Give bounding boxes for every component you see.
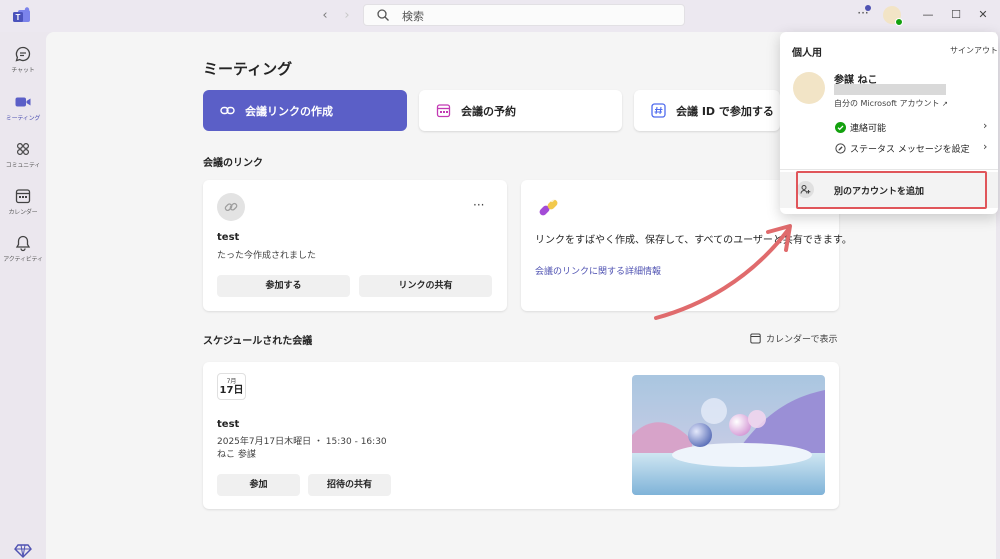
date-month: 7月 [226, 378, 237, 385]
meeting-link-card[interactable]: ··· test たった今作成されました 参加する リンクの共有 [203, 180, 507, 311]
rail-item-calendar[interactable]: カレンダー [0, 180, 46, 226]
notification-dot [865, 5, 871, 11]
sign-out-link[interactable]: サインアウト [950, 45, 998, 56]
rail-item-activity[interactable]: アクティビティ [0, 227, 46, 273]
meeting-name: test [217, 419, 240, 430]
rail-item-community[interactable]: コミュニティ [0, 133, 46, 179]
action-label: 会議リンクの作成 [245, 105, 333, 118]
search-placeholder: 検索 [402, 10, 424, 23]
meeting-illustration-image [632, 375, 825, 495]
external-link-icon: ↗ [942, 100, 948, 108]
schedule-meeting-button[interactable]: 会議の予約 [419, 90, 622, 131]
chain-link-illustration-icon [539, 196, 558, 216]
action-label: 会議 ID で参加する [676, 105, 774, 118]
link-name: test [217, 232, 240, 243]
section-title-scheduled: スケジュールされた会議 [203, 336, 313, 347]
status-label[interactable]: 連絡可能 [850, 121, 886, 134]
rail-label-meetings: ミーティング [5, 115, 41, 122]
link-icon [224, 202, 238, 212]
annotation-arrow [654, 224, 792, 320]
action-label: 会議の予約 [461, 105, 516, 118]
hash-icon [651, 103, 666, 118]
status-available-icon [895, 18, 903, 26]
redacted-email [834, 84, 946, 95]
bell-icon [15, 235, 31, 252]
microsoft-account-link[interactable]: 自分の Microsoft アカウント ↗ [834, 98, 948, 109]
rail-label-community: コミュニティ [5, 162, 41, 169]
profile-flyout: 個人用 サインアウト 参謀 ねこ 自分の Microsoft アカウント ↗ 連… [780, 32, 998, 214]
calendar-icon [15, 189, 31, 204]
status-message-label[interactable]: ステータス メッセージを設定 [850, 142, 970, 155]
annotation-highlight-box [796, 171, 987, 209]
calendar-icon [750, 333, 761, 344]
app-rail: チャット ミーティング コミュニティ カレンダー アクティビティ [0, 32, 46, 559]
search-icon [377, 9, 389, 21]
search-input[interactable]: 検索 [363, 4, 685, 26]
scheduled-meeting-card[interactable]: 7月 17日 test 2025年7月17日木曜日 ・ 15:30 - 16:3… [203, 362, 839, 509]
rail-item-chat[interactable]: チャット [0, 38, 46, 84]
link-icon [220, 106, 235, 115]
minimize-button[interactable]: — [918, 6, 938, 24]
back-arrow-icon[interactable]: ‹ [316, 7, 334, 25]
teams-logo-icon: T [13, 7, 30, 22]
divider [780, 169, 998, 170]
share-link-button[interactable]: リンクの共有 [359, 275, 492, 297]
community-icon [16, 142, 30, 156]
create-meeting-link-button[interactable]: 会議リンクの作成 [203, 90, 407, 131]
maximize-button[interactable]: ☐ [946, 6, 966, 24]
link-avatar [217, 193, 245, 221]
join-with-id-button[interactable]: 会議 ID で参加する [634, 90, 780, 131]
available-status-icon [835, 122, 846, 133]
microsoft-account-label: 自分の Microsoft アカウント [834, 99, 940, 108]
title-bar: T ‹ › 検索 ··· — ☐ ✕ [0, 0, 1000, 32]
rail-label-calendar: カレンダー [8, 209, 38, 216]
date-badge: 7月 17日 [217, 373, 246, 400]
avatar [793, 72, 825, 104]
rail-label-activity: アクティビティ [3, 256, 43, 263]
view-in-calendar-link[interactable]: カレンダーで表示 [766, 332, 837, 345]
section-title-links: 会議のリンク [203, 158, 263, 169]
link-created-text: たった今作成されました [217, 251, 317, 261]
join-button[interactable]: 参加 [217, 474, 300, 496]
page-title: ミーティング [203, 60, 293, 78]
rail-label-chat: チャット [11, 67, 35, 74]
svg-text:T: T [16, 13, 21, 22]
join-button[interactable]: 参加する [217, 275, 350, 297]
close-button[interactable]: ✕ [973, 6, 993, 24]
edit-pencil-icon [835, 143, 846, 154]
meeting-datetime: 2025年7月17日木曜日 ・ 15:30 - 16:30 [217, 437, 387, 447]
meeting-organizer: ねこ 参謀 [217, 450, 256, 460]
forward-arrow-icon[interactable]: › [338, 7, 356, 25]
flyout-header: 個人用 [792, 48, 822, 59]
video-camera-icon [15, 97, 31, 107]
rail-item-meetings[interactable]: ミーティング [0, 86, 46, 132]
chat-icon [15, 46, 31, 62]
share-invite-button[interactable]: 招待の共有 [308, 474, 391, 496]
diamond-icon[interactable] [14, 541, 32, 559]
chevron-right-icon[interactable]: › [983, 119, 987, 132]
chevron-right-icon[interactable]: › [983, 140, 987, 153]
calendar-icon [436, 104, 451, 118]
more-options-icon[interactable]: ··· [473, 198, 484, 212]
date-day: 17日 [219, 385, 244, 396]
